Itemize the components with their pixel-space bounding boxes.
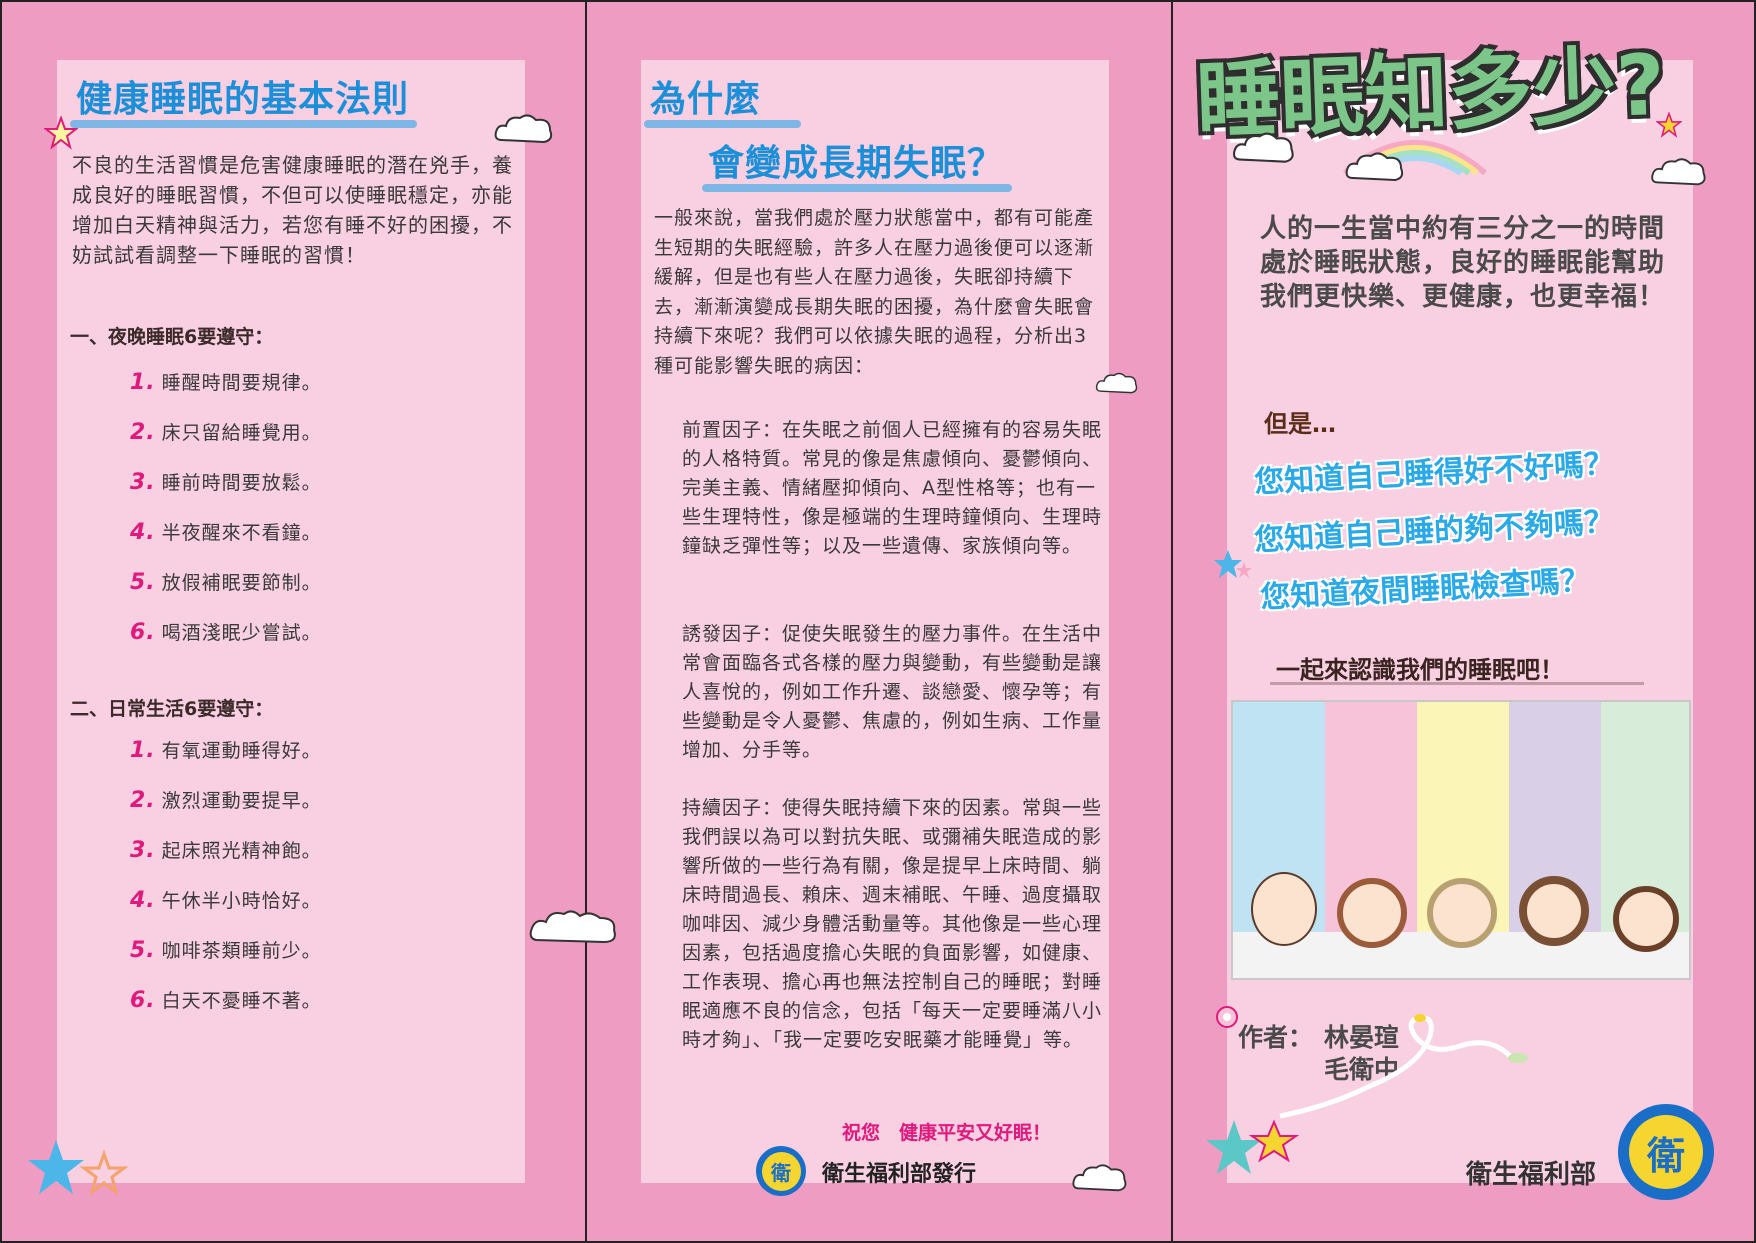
rule-text: 喝酒淺眠少嘗試。	[161, 622, 322, 644]
rule-text: 放假補眠要節制。	[161, 572, 322, 594]
but-text: 但是…	[1264, 410, 1336, 438]
rule-text: 激烈運動要提早。	[161, 790, 322, 812]
brochure: 健康睡眠的基本法則 不良的生活習慣是危害健康睡眠的潛在兇手，養成良好的睡眠習慣，…	[0, 0, 1756, 1243]
cloud-icon	[1072, 1164, 1127, 1192]
fold-line-1	[585, 0, 587, 1243]
title-underline	[702, 184, 1013, 192]
rule-item: 3. 睡前時間要放鬆。	[130, 468, 322, 495]
stars-decoration-icon	[28, 1140, 128, 1196]
cloud-icon	[494, 114, 553, 144]
rule-number: 5.	[130, 570, 156, 595]
rule-text: 午休半小時恰好。	[161, 890, 322, 912]
rule-item: 5. 放假補眠要節制。	[130, 568, 322, 595]
rule-number: 3.	[130, 838, 156, 863]
section-daily-heading: 二、日常生活6要遵守：	[70, 698, 274, 720]
rule-item: 1. 有氧運動睡得好。	[130, 736, 322, 763]
publisher-text: 衛生福利部發行	[822, 1162, 977, 1187]
rule-text: 有氧運動睡得好。	[161, 740, 322, 762]
rule-text: 半夜醒來不看鐘。	[161, 522, 322, 544]
ministry-logo-icon: 衛	[1618, 1104, 1714, 1200]
panel2-title-line2: 會變成長期失眠？	[702, 134, 1013, 192]
rule-text: 起床照光精神飽。	[161, 840, 322, 862]
grandmother-face-icon	[1519, 876, 1589, 946]
cloud-icon	[529, 910, 616, 944]
rule-text: 床只留給睡覺用。	[161, 422, 322, 444]
rule-text: 睡醒時間要規律。	[161, 372, 322, 394]
rule-item: 1. 睡醒時間要規律。	[130, 368, 322, 395]
panel2-title-line2-text: 會變成長期失眠？	[708, 143, 1005, 184]
rule-item: 4. 半夜醒來不看鐘。	[130, 518, 322, 545]
rule-number: 5.	[130, 938, 156, 963]
rule-number: 2.	[130, 420, 156, 445]
factor-precipitating: 誘發因子：促使失眠發生的壓力事件。在生活中常會面臨各式各樣的壓力與變動，有些變動…	[682, 623, 1103, 761]
panel2-intro: 一般來說，當我們處於壓力狀態當中，都有可能產生短期的失眠經驗，許多人在壓力過後便…	[654, 207, 1095, 377]
factor-perpetuating: 持續因子：使得失眠持續下來的因素。常與一些我們誤以為可以對抗失眠、或彌補失眠造成…	[682, 797, 1103, 1051]
stars-decoration-icon	[1206, 1119, 1300, 1174]
star-icon	[44, 116, 78, 150]
org-name: 衛生福利部	[1466, 1160, 1597, 1190]
star-icon	[1656, 112, 1682, 138]
rule-item: 3. 起床照光精神飽。	[130, 836, 322, 863]
ministry-logo-icon: 衛	[756, 1146, 806, 1196]
panel1-title: 健康睡眠的基本法則	[70, 70, 418, 128]
cta-text: 一起來認識我們的睡眠吧！	[1276, 656, 1564, 684]
flower-icon	[1216, 1006, 1238, 1028]
cloud-icon	[1651, 158, 1706, 186]
logo-char: 衛	[761, 1151, 801, 1191]
panel1-title-text: 健康睡眠的基本法則	[76, 79, 410, 120]
rule-item: 6. 喝酒淺眠少嘗試。	[130, 618, 322, 645]
rule-number: 1.	[130, 370, 156, 395]
cloud-icon	[1095, 372, 1138, 394]
rule-text: 白天不憂睡不著。	[161, 990, 322, 1012]
rule-number: 6.	[130, 620, 156, 645]
rule-item: 2. 床只留給睡覺用。	[130, 418, 322, 445]
rule-item: 5. 咖啡茶類睡前少。	[130, 936, 322, 963]
rule-number: 1.	[130, 738, 156, 763]
rule-number: 6.	[130, 988, 156, 1013]
mother-face-icon	[1337, 878, 1407, 948]
rule-number: 4.	[130, 888, 156, 913]
rule-number: 2.	[130, 788, 156, 813]
panel3-intro: 人的一生當中約有三分之一的時間處於睡眠狀態，良好的睡眠能幫助我們更快樂、更健康，…	[1260, 214, 1666, 312]
cloud-icon	[1232, 132, 1294, 163]
logo-char: 衛	[1628, 1114, 1704, 1190]
star-icon	[1214, 550, 1252, 578]
father-face-icon	[1251, 872, 1317, 946]
title-underline	[70, 120, 418, 128]
blessing-text: 祝您 健康平安又好眠！	[842, 1122, 1052, 1144]
panel2-title-line1: 為什麼	[644, 70, 802, 128]
grandfather-face-icon	[1427, 878, 1497, 948]
rule-item: 2. 激烈運動要提早。	[130, 786, 322, 813]
rule-number: 4.	[130, 520, 156, 545]
child-face-icon	[1613, 886, 1679, 952]
section-night-heading: 一、夜晚睡眠6要遵守：	[70, 326, 274, 348]
cloud-icon	[1345, 152, 1404, 182]
rule-item: 4. 午休半小時恰好。	[130, 886, 322, 913]
factor-predisposing: 前置因子：在失眠之前個人已經擁有的容易失眠的人格特質。常見的像是焦慮傾向、憂鬱傾…	[682, 419, 1103, 557]
rule-item: 6. 白天不憂睡不著。	[130, 986, 322, 1013]
swirl-vine-icon	[1279, 1014, 1528, 1119]
rule-number: 3.	[130, 470, 156, 495]
cta-underline	[1270, 682, 1644, 685]
panel2-title-line1-text: 為什麼	[650, 79, 762, 120]
rule-text: 睡前時間要放鬆。	[161, 472, 322, 494]
rule-text: 咖啡茶類睡前少。	[161, 940, 322, 962]
fold-line-2	[1171, 0, 1173, 1243]
sleeping-family-illustration	[1231, 700, 1691, 980]
title-underline	[644, 120, 802, 128]
panel1-intro: 不良的生活習慣是危害健康睡眠的潛在兇手，養成良好的睡眠習慣，不但可以使睡眠穩定，…	[72, 153, 513, 267]
